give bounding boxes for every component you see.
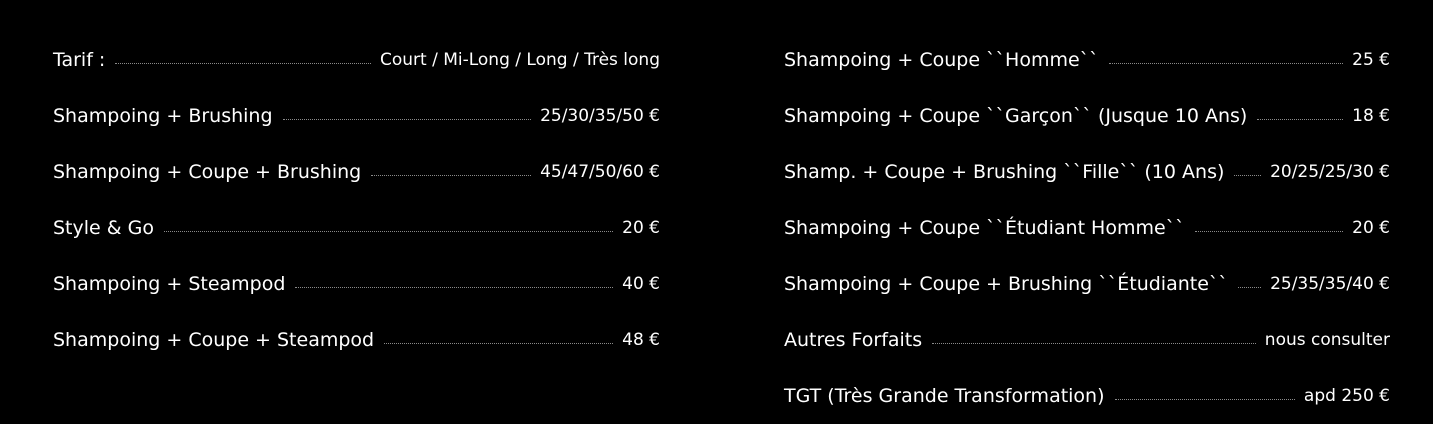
- service-price: 20/25/25/30 €: [1270, 162, 1390, 182]
- dotted-leader: [115, 62, 371, 64]
- service-price: 45/47/50/60 €: [540, 162, 660, 182]
- service-name: Shampoing + Steampod: [53, 273, 286, 295]
- price-row: Shampoing + Coupe + Brushing 45/47/50/60…: [53, 144, 660, 200]
- dotted-leader: [282, 118, 532, 120]
- dotted-leader: [1194, 230, 1344, 232]
- dotted-leader: [163, 230, 614, 232]
- dotted-leader: [1234, 174, 1262, 176]
- dotted-leader: [384, 342, 614, 344]
- service-name: Autres Forfaits: [784, 329, 923, 351]
- price-row: Shampoing + Coupe ``Étudiant Homme`` 20 …: [784, 200, 1390, 256]
- service-price: apd 250 €: [1303, 386, 1390, 406]
- dotted-leader: [295, 286, 614, 288]
- service-name: Shampoing + Coupe + Steampod: [53, 329, 375, 351]
- price-row: Shampoing + Steampod 40 €: [53, 256, 660, 312]
- service-price: 18 €: [1352, 106, 1390, 126]
- dotted-leader: [1108, 62, 1344, 64]
- service-price: 20 €: [1352, 218, 1390, 238]
- service-price: 25 €: [1352, 50, 1390, 70]
- service-name: TGT (Très Grande Transformation): [784, 385, 1105, 407]
- price-row: TGT (Très Grande Transformation) apd 250…: [784, 368, 1390, 424]
- service-name: Shampoing + Coupe ``Homme``: [784, 49, 1099, 71]
- price-row: Shampoing + Brushing 25/30/35/50 €: [53, 88, 660, 144]
- service-name: Shampoing + Coupe ``Garçon`` (Jusque 10 …: [784, 105, 1248, 127]
- dotted-leader: [1237, 286, 1262, 288]
- price-row: Shamp. + Coupe + Brushing ``Fille`` (10 …: [784, 144, 1390, 200]
- price-row: Shampoing + Coupe ``Homme`` 25 €: [784, 32, 1390, 88]
- service-price: 25/30/35/50 €: [540, 106, 660, 126]
- service-name: Shampoing + Coupe + Brushing: [53, 161, 362, 183]
- service-name: Shampoing + Coupe ``Étudiant Homme``: [784, 217, 1185, 239]
- service-name: Shampoing + Brushing: [53, 105, 273, 127]
- price-row: Autres Forfaits nous consulter: [784, 312, 1390, 368]
- price-row: Shampoing + Coupe + Brushing ``Étudiante…: [784, 256, 1390, 312]
- price-list-left: Tarif : Court / Mi-Long / Long / Très lo…: [53, 32, 660, 368]
- price-header-lengths: Court / Mi-Long / Long / Très long: [379, 50, 660, 70]
- service-price: 20 €: [622, 218, 660, 238]
- dotted-leader: [932, 342, 1256, 344]
- service-price: nous consulter: [1264, 330, 1390, 350]
- price-row: Shampoing + Coupe ``Garçon`` (Jusque 10 …: [784, 88, 1390, 144]
- price-row: Style & Go 20 €: [53, 200, 660, 256]
- price-header-row: Tarif : Court / Mi-Long / Long / Très lo…: [53, 32, 660, 88]
- dotted-leader: [371, 174, 532, 176]
- price-row: Shampoing + Coupe + Steampod 48 €: [53, 312, 660, 368]
- service-name: Shampoing + Coupe + Brushing ``Étudiante…: [784, 273, 1228, 295]
- service-name: Shamp. + Coupe + Brushing ``Fille`` (10 …: [784, 161, 1225, 183]
- service-name: Style & Go: [53, 217, 154, 239]
- service-price: 25/35/35/40 €: [1270, 274, 1390, 294]
- price-header-label: Tarif :: [53, 49, 106, 71]
- dotted-leader: [1257, 118, 1344, 120]
- dotted-leader: [1114, 398, 1295, 400]
- price-list-right: Shampoing + Coupe ``Homme`` 25 € Shampoi…: [784, 32, 1390, 424]
- service-price: 48 €: [622, 330, 660, 350]
- service-price: 40 €: [622, 274, 660, 294]
